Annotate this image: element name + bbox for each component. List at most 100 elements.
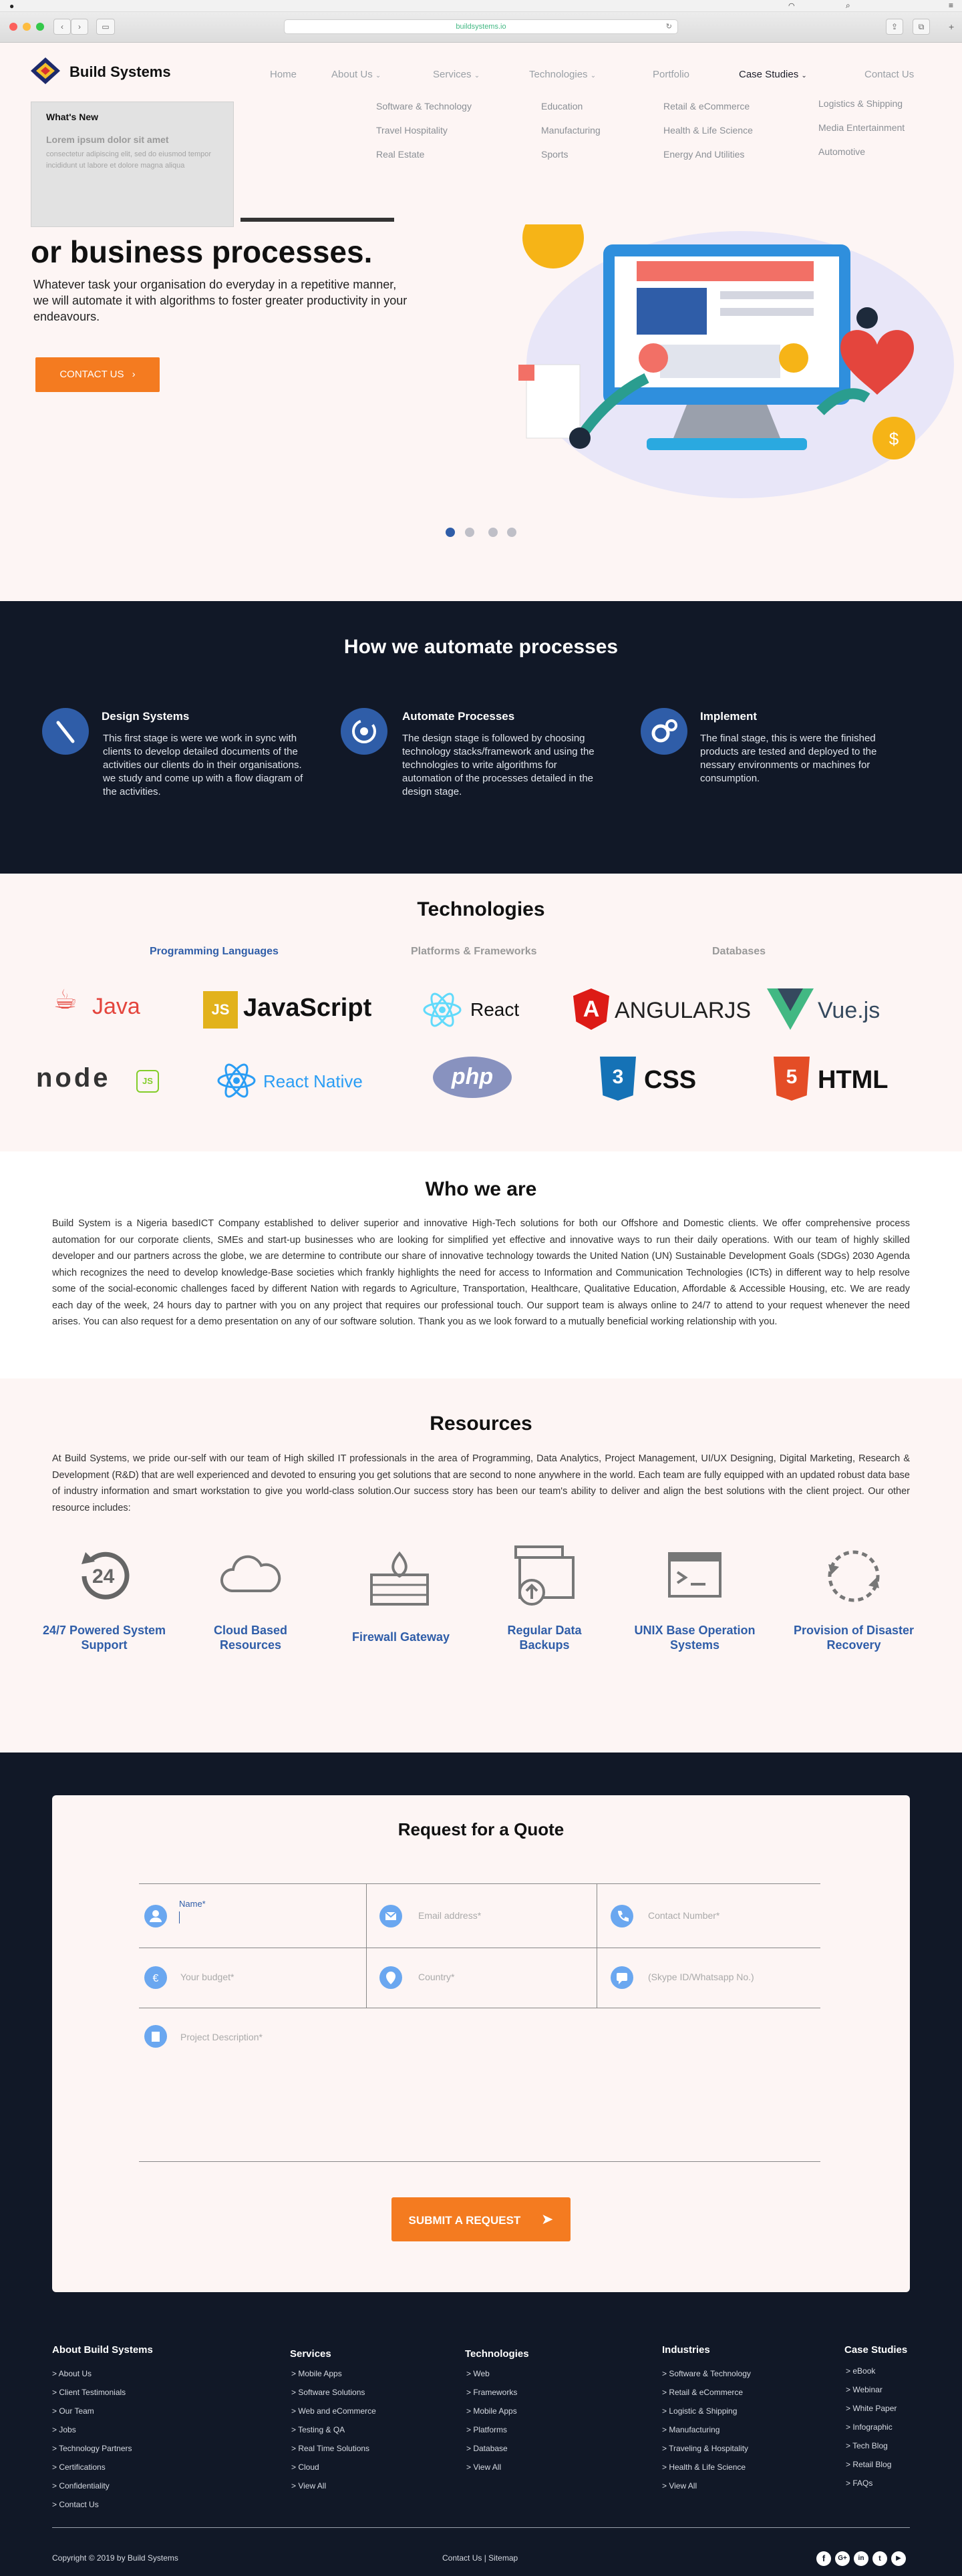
footer-link[interactable]: > View All	[291, 2476, 326, 2496]
dropdown-item[interactable]: Education	[541, 101, 583, 112]
dropdown-item[interactable]: Manufacturing	[541, 125, 601, 136]
nav-services[interactable]: Services ⌄	[433, 69, 480, 80]
footer-link[interactable]: > Technology Partners	[52, 2439, 132, 2458]
dropdown-item[interactable]: Logistics & Shipping	[818, 98, 903, 109]
footer-link[interactable]: > Logistic & Shipping	[662, 2402, 737, 2421]
footer-link[interactable]: > About Us	[52, 2364, 92, 2384]
linkedin-icon[interactable]: in	[854, 2551, 868, 2566]
footer-link[interactable]: > Client Testimonials	[52, 2383, 126, 2402]
carousel-dot[interactable]	[507, 528, 516, 537]
contact-us-button[interactable]: CONTACT US ›	[35, 357, 160, 392]
whats-new-panel[interactable]: What's New Lorem ipsum dolor sit amet co…	[31, 102, 234, 227]
footer-link[interactable]: > Tech Blog	[846, 2436, 888, 2456]
tab-databases[interactable]: Databases	[712, 946, 766, 958]
angular-shield-icon: A	[573, 988, 609, 1030]
footer-link[interactable]: > Jobs	[52, 2420, 76, 2440]
footer-link[interactable]: > View All	[466, 2458, 501, 2477]
dropdown-item[interactable]: Energy And Utilities	[663, 149, 744, 160]
footer-link[interactable]: > Webinar	[846, 2380, 883, 2400]
close-window-button[interactable]	[9, 23, 17, 31]
footer-link[interactable]: > Testing & QA	[291, 2420, 345, 2440]
youtube-icon[interactable]: ▶	[891, 2551, 906, 2566]
brand-name[interactable]: Build Systems	[69, 63, 171, 81]
footer-link[interactable]: > Retail Blog	[846, 2455, 891, 2474]
footer-link[interactable]: > Software & Technology	[662, 2364, 751, 2384]
dropdown-item[interactable]: Travel Hospitality	[376, 125, 448, 136]
footer-link[interactable]: > Cloud	[291, 2458, 319, 2477]
nav-about-us[interactable]: About Us ⌄	[331, 69, 381, 80]
twitter-icon[interactable]: t	[872, 2551, 887, 2566]
footer-link[interactable]: > White Paper	[846, 2399, 897, 2418]
dropdown-item[interactable]: Software & Technology	[376, 101, 472, 112]
share-button[interactable]: ⇪	[886, 19, 903, 35]
footer-link[interactable]: > Manufacturing	[662, 2420, 719, 2440]
java-logo: ☕ Java	[53, 982, 154, 1029]
project-description-field[interactable]: Project Description*	[180, 2032, 808, 2152]
menu-list-icon[interactable]: ≡	[949, 1, 953, 10]
footer-link[interactable]: > Mobile Apps	[466, 2402, 517, 2421]
email-field[interactable]: Email address*	[418, 1910, 579, 1921]
back-button[interactable]: ‹	[53, 19, 71, 35]
facebook-icon[interactable]: f	[816, 2551, 831, 2566]
footer-link[interactable]: > Confidentiality	[52, 2476, 110, 2496]
footer-link[interactable]: > Contact Us	[52, 2495, 99, 2515]
footer-link[interactable]: > Health & Life Science	[662, 2458, 746, 2477]
dropdown-item[interactable]: Sports	[541, 149, 568, 160]
nav-case-studies[interactable]: Case Studies ⌄	[739, 69, 807, 80]
tab-platforms-frameworks[interactable]: Platforms & Frameworks	[411, 946, 537, 958]
footer-link[interactable]: > Web and eCommerce	[291, 2402, 376, 2421]
google-plus-icon[interactable]: G+	[835, 2551, 850, 2566]
budget-field[interactable]: Your budget*	[180, 1972, 341, 1982]
footer-link[interactable]: > Certifications	[52, 2458, 106, 2477]
reload-icon[interactable]: ↻	[666, 20, 672, 33]
logo[interactable]	[29, 56, 61, 87]
tabs-button[interactable]: ⧉	[913, 19, 930, 35]
nav-technologies[interactable]: Technologies ⌄	[529, 69, 596, 80]
name-field[interactable]: Name*	[179, 1898, 353, 1925]
html-logo-text: HTML	[818, 1066, 889, 1094]
carousel-dot-active[interactable]	[446, 528, 455, 537]
nav-home[interactable]: Home	[270, 69, 297, 80]
footer-link[interactable]: > Retail & eCommerce	[662, 2383, 743, 2402]
footer-link[interactable]: > Software Solutions	[291, 2383, 365, 2402]
country-field[interactable]: Country*	[418, 1972, 579, 1982]
dropdown-item[interactable]: Retail & eCommerce	[663, 101, 750, 112]
footer-link[interactable]: > Frameworks	[466, 2383, 517, 2402]
submit-request-button[interactable]: SUBMIT A REQUEST ➤	[391, 2197, 571, 2241]
footer-link[interactable]: > eBook	[846, 2362, 875, 2381]
footer-link[interactable]: > Infographic	[846, 2418, 893, 2437]
nav-portfolio[interactable]: Portfolio	[653, 69, 689, 80]
skype-whatsapp-field[interactable]: (Skype ID/Whatsapp No.)	[648, 1972, 808, 1982]
dropdown-item[interactable]: Health & Life Science	[663, 125, 753, 136]
carousel-dot[interactable]	[465, 528, 474, 537]
apple-icon[interactable]: ●	[9, 1, 14, 11]
footer-link[interactable]: > FAQs	[846, 2474, 872, 2493]
footer-bottom-links[interactable]: Contact Us | Sitemap	[442, 2549, 518, 2568]
footer-link[interactable]: > Web	[466, 2364, 490, 2384]
footer-link[interactable]: > Mobile Apps	[291, 2364, 342, 2384]
tab-programming-languages[interactable]: Programming Languages	[150, 946, 279, 958]
minimize-window-button[interactable]	[23, 23, 31, 31]
footer-link[interactable]: > Platforms	[466, 2420, 507, 2440]
submit-request-label: SUBMIT A REQUEST	[408, 2214, 521, 2227]
maximize-window-button[interactable]	[36, 23, 44, 31]
footer-link[interactable]: > View All	[662, 2476, 697, 2496]
wifi-icon[interactable]: ◠	[788, 1, 795, 10]
forward-button[interactable]: ›	[71, 19, 88, 35]
footer-link[interactable]: > Traveling & Hospitality	[662, 2439, 748, 2458]
dropdown-item[interactable]: Real Estate	[376, 149, 424, 160]
new-tab-button[interactable]: +	[949, 21, 954, 32]
carousel-dot[interactable]	[488, 528, 498, 537]
footer-link[interactable]: > Real Time Solutions	[291, 2439, 369, 2458]
dropdown-item[interactable]: Media Entertainment	[818, 122, 905, 133]
sidebar-toggle-button[interactable]: ▭	[96, 19, 115, 35]
search-icon[interactable]: ⌕	[846, 1, 850, 11]
contact-number-field[interactable]: Contact Number*	[648, 1910, 808, 1921]
footer-link[interactable]: > Our Team	[52, 2402, 94, 2421]
address-bar[interactable]: buildsystems.io ↻	[284, 19, 678, 34]
gears-icon	[641, 708, 687, 755]
nav-contact-us[interactable]: Contact Us	[864, 69, 914, 80]
dropdown-item[interactable]: Automotive	[818, 146, 865, 157]
footer-link[interactable]: > Database	[466, 2439, 508, 2458]
terminal-icon	[667, 1549, 723, 1600]
